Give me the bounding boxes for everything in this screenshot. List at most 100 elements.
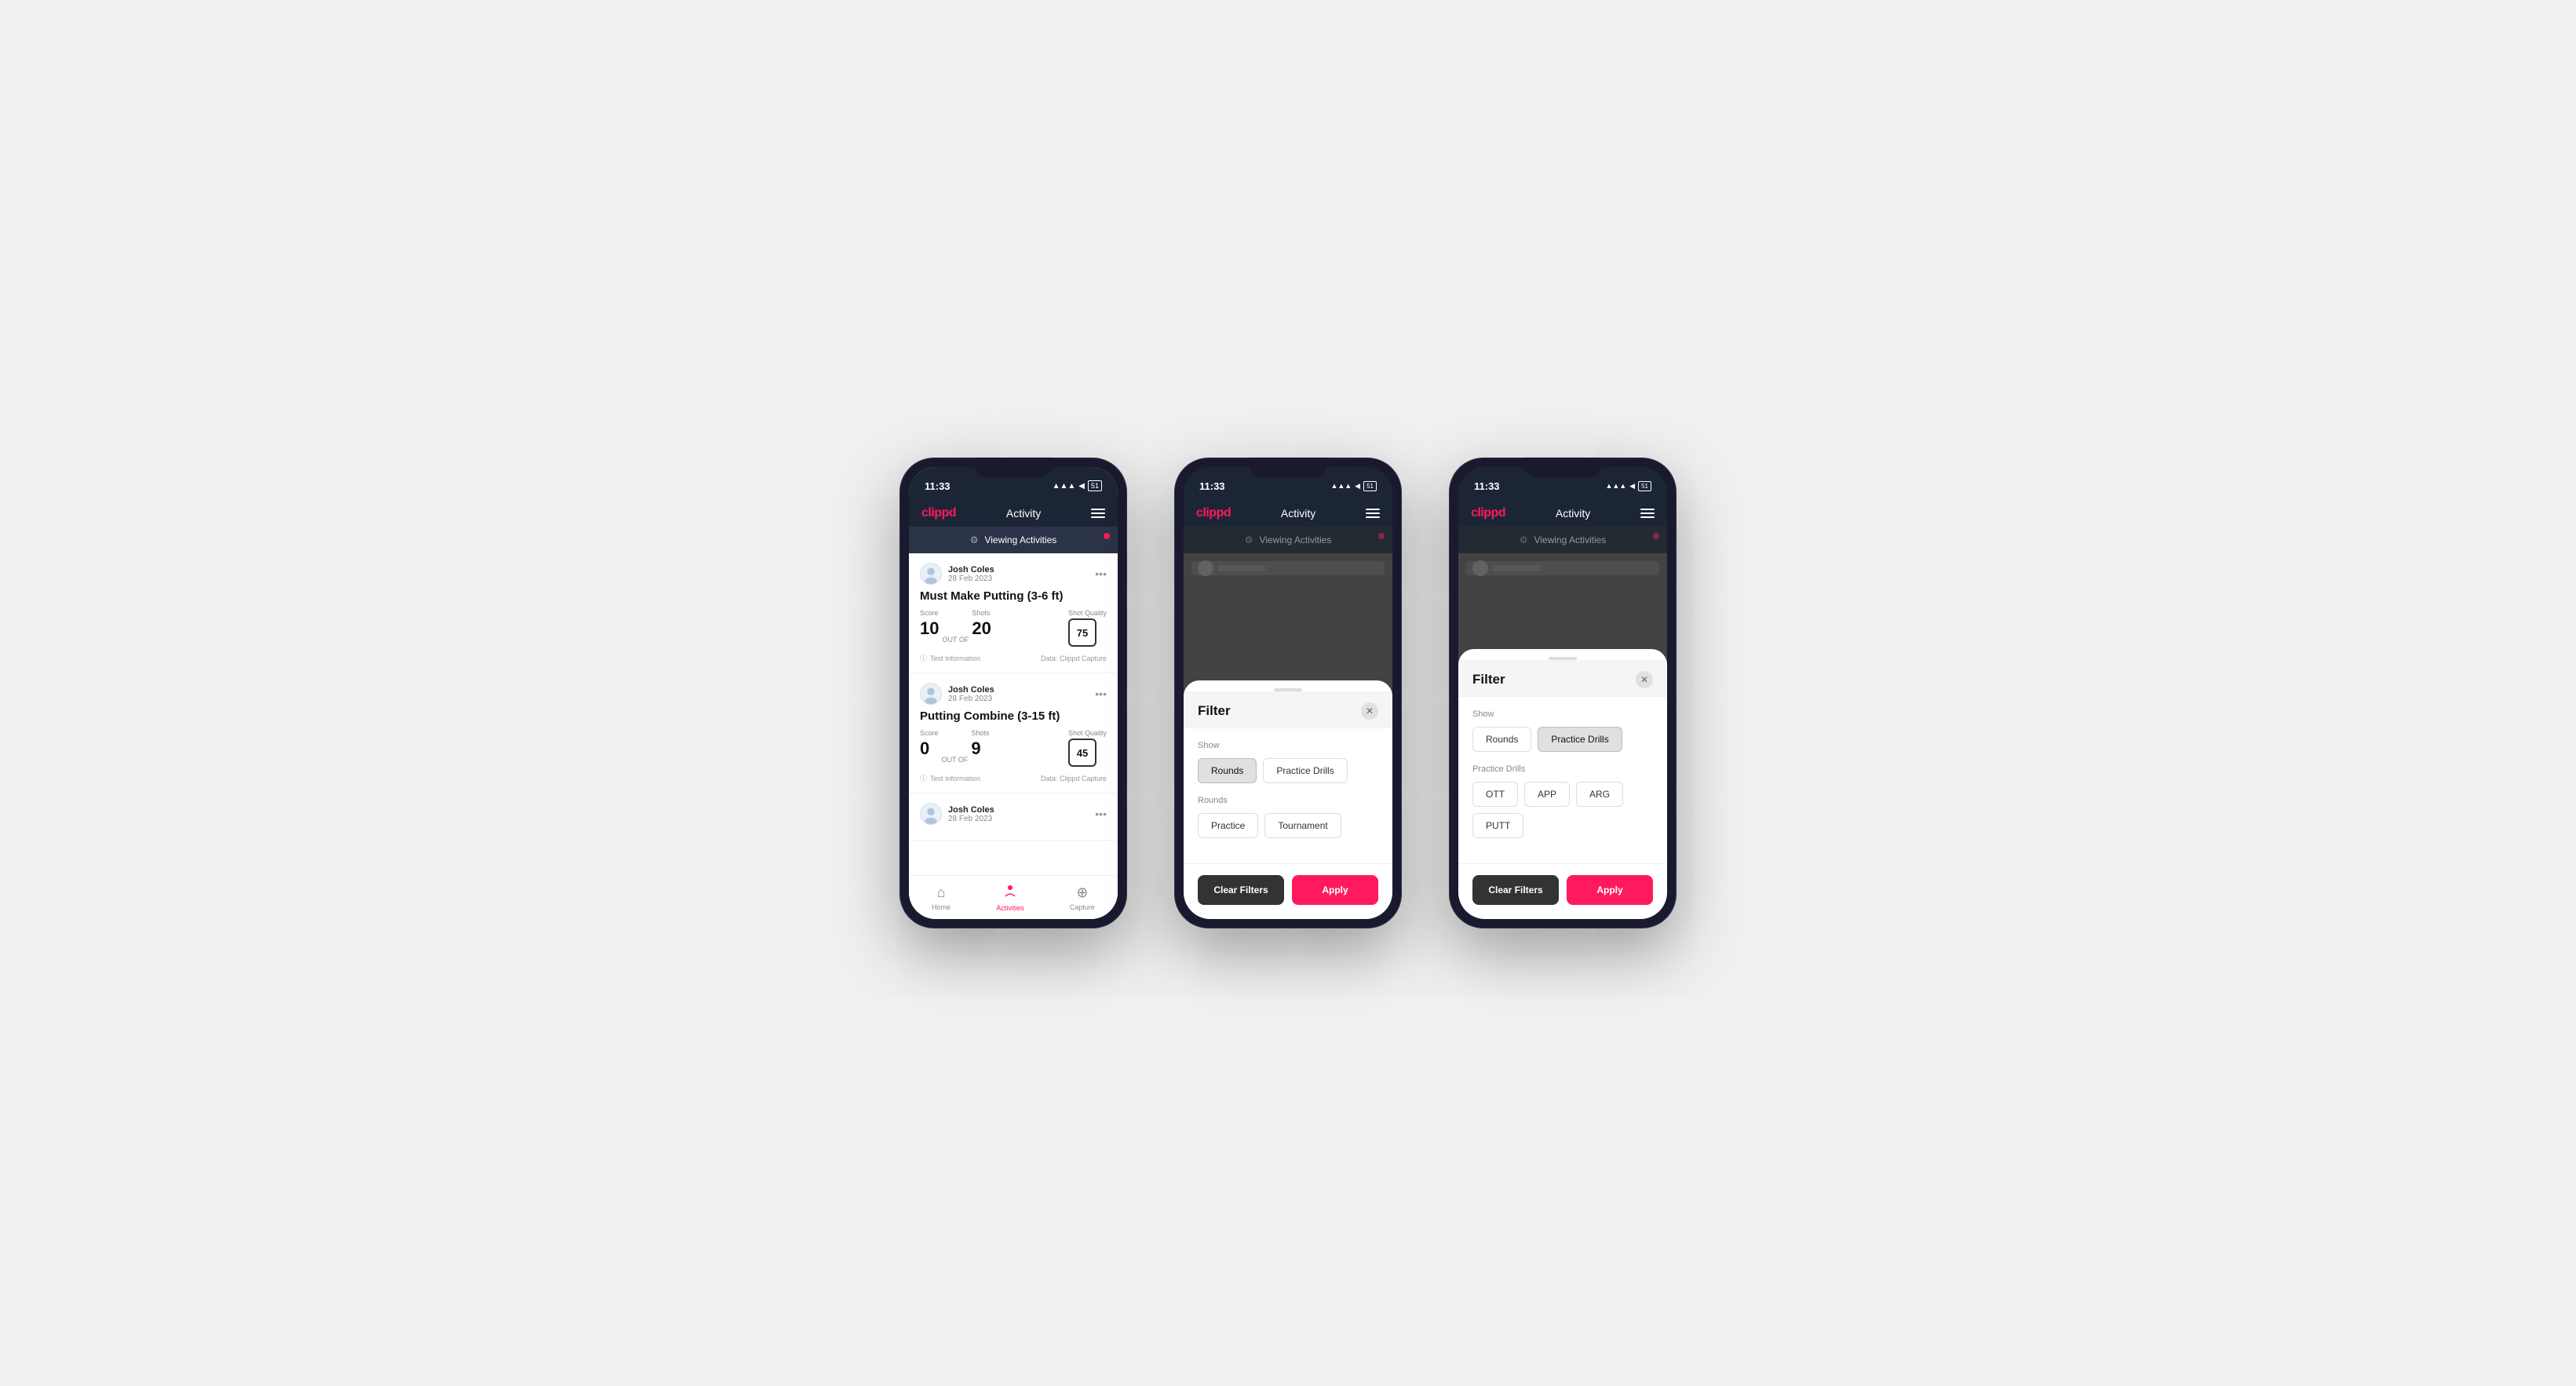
phone-2-inner: 11:33 ▲▲▲ ◀ 51 clippd Activity ⚙ Viewing… bbox=[1184, 467, 1392, 919]
status-icons-1: ▲▲▲ ◀ 51 bbox=[1053, 480, 1102, 491]
nav-bar-3: clippd Activity bbox=[1458, 500, 1667, 527]
rounds-chips-2: Practice Tournament bbox=[1198, 813, 1378, 838]
clear-filters-button-3[interactable]: Clear Filters bbox=[1472, 875, 1559, 905]
menu-icon-1[interactable] bbox=[1091, 509, 1105, 518]
status-time-2: 11:33 bbox=[1199, 480, 1225, 492]
app-logo-3: clippd bbox=[1471, 506, 1505, 520]
shot-quality-stat-2: Shot Quality 45 bbox=[1068, 729, 1107, 767]
filter-close-3[interactable]: ✕ bbox=[1636, 671, 1653, 688]
info-icon-1: ⓘ bbox=[920, 653, 927, 663]
user-date-3: 28 Feb 2023 bbox=[948, 815, 994, 823]
nav-title-3: Activity bbox=[1556, 507, 1590, 520]
phone-1-inner: 11:33 ▲▲▲ ◀ 51 clippd Activity ⚙ Viewing… bbox=[909, 467, 1118, 919]
status-time-1: 11:33 bbox=[925, 480, 950, 492]
practice-chip-2[interactable]: Practice bbox=[1198, 813, 1258, 838]
clear-filters-button-2[interactable]: Clear Filters bbox=[1198, 875, 1284, 905]
ott-chip-3[interactable]: OTT bbox=[1472, 782, 1518, 807]
shots-value-2: 9 bbox=[971, 739, 980, 758]
notch-1 bbox=[974, 458, 1053, 478]
status-icons-3: ▲▲▲ ◀ 51 bbox=[1605, 481, 1651, 491]
phone-1: 11:33 ▲▲▲ ◀ 51 clippd Activity ⚙ Viewing… bbox=[899, 458, 1127, 928]
filter-active-dot-3 bbox=[1653, 533, 1659, 539]
filter-footer-2: Clear Filters Apply bbox=[1184, 863, 1392, 919]
filter-title-2: Filter bbox=[1198, 703, 1231, 719]
shots-label-2: Shots bbox=[971, 729, 989, 737]
capture-label-1: Capture bbox=[1070, 903, 1095, 911]
home-icon-1: ⌂ bbox=[937, 884, 946, 901]
card-header-2: Josh Coles 28 Feb 2023 ••• bbox=[920, 683, 1107, 705]
quality-badge-1: 75 bbox=[1068, 618, 1096, 647]
score-stat-1: Score 10 bbox=[920, 609, 939, 639]
viewing-activities-label-2: Viewing Activities bbox=[1259, 534, 1331, 545]
data-source-2: Data: Clippd Capture bbox=[1041, 775, 1107, 782]
viewing-bar-1[interactable]: ⚙ Viewing Activities bbox=[909, 527, 1118, 553]
activity-card-1: Josh Coles 28 Feb 2023 ••• Must Make Put… bbox=[909, 553, 1118, 673]
quality-badge-2: 45 bbox=[1068, 739, 1096, 767]
battery-icon-3: 51 bbox=[1638, 481, 1651, 491]
content-1: Josh Coles 28 Feb 2023 ••• Must Make Put… bbox=[909, 553, 1118, 875]
apply-button-2[interactable]: Apply bbox=[1292, 875, 1378, 905]
filter-icon-2: ⚙ bbox=[1245, 534, 1253, 545]
arg-chip-3[interactable]: ARG bbox=[1576, 782, 1623, 807]
practice-drills-chips-3: OTT APP ARG PUTT bbox=[1472, 782, 1653, 838]
show-label-3: Show bbox=[1472, 709, 1653, 719]
score-value-1: 10 bbox=[920, 618, 939, 638]
filter-sheet-3: Filter ✕ Show Rounds Practice Drills Pra… bbox=[1458, 649, 1667, 919]
menu-icon-2[interactable] bbox=[1366, 509, 1380, 518]
shot-quality-stat-1: Shot Quality 75 bbox=[1068, 609, 1107, 647]
status-icons-2: ▲▲▲ ◀ 51 bbox=[1330, 481, 1377, 491]
nav-capture-1[interactable]: ⊕ Capture bbox=[1070, 884, 1095, 911]
wifi-icon-2: ◀ bbox=[1355, 482, 1360, 491]
nav-bar-1: clippd Activity bbox=[909, 500, 1118, 527]
menu-icon-3[interactable] bbox=[1640, 509, 1655, 518]
out-of-1: OUT OF bbox=[942, 636, 969, 647]
user-name-3: Josh Coles bbox=[948, 805, 994, 815]
home-label-1: Home bbox=[932, 903, 950, 911]
practice-drills-chip-2[interactable]: Practice Drills bbox=[1263, 758, 1347, 783]
avatar-3 bbox=[920, 803, 942, 825]
shots-stat-2: Shots 9 bbox=[971, 729, 989, 759]
show-label-2: Show bbox=[1198, 741, 1378, 750]
more-options-1[interactable]: ••• bbox=[1095, 567, 1107, 580]
user-details-1: Josh Coles 28 Feb 2023 bbox=[948, 565, 994, 583]
wifi-icon-3: ◀ bbox=[1629, 482, 1635, 491]
filter-title-3: Filter bbox=[1472, 672, 1505, 688]
notch-2 bbox=[1249, 458, 1327, 478]
signal-icon-3: ▲▲▲ bbox=[1605, 482, 1626, 490]
shots-label-1: Shots bbox=[972, 609, 991, 617]
activities-icon-1 bbox=[1003, 884, 1017, 902]
activity-title-1: Must Make Putting (3-6 ft) bbox=[920, 589, 1107, 603]
stats-row-2: Score 0 OUT OF Shots 9 Shot Quality 45 bbox=[920, 729, 1107, 767]
user-info-3: Josh Coles 28 Feb 2023 bbox=[920, 803, 994, 825]
putt-chip-3[interactable]: PUTT bbox=[1472, 813, 1523, 838]
score-label-2: Score bbox=[920, 729, 939, 737]
show-chips-3: Rounds Practice Drills bbox=[1472, 727, 1653, 752]
bottom-nav-1: ⌂ Home Activities ⊕ Capture bbox=[909, 875, 1118, 919]
nav-activities-1[interactable]: Activities bbox=[996, 884, 1024, 912]
nav-home-1[interactable]: ⌂ Home bbox=[932, 884, 950, 911]
capture-icon-1: ⊕ bbox=[1076, 884, 1088, 901]
phone-2: 11:33 ▲▲▲ ◀ 51 clippd Activity ⚙ Viewing… bbox=[1174, 458, 1402, 928]
practice-drills-chip-3[interactable]: Practice Drills bbox=[1538, 727, 1622, 752]
more-options-3[interactable]: ••• bbox=[1095, 808, 1107, 820]
viewing-bar-2: ⚙ Viewing Activities bbox=[1184, 527, 1392, 553]
rounds-chip-3[interactable]: Rounds bbox=[1472, 727, 1531, 752]
test-info-1: ⓘ Test Information bbox=[920, 653, 980, 663]
nav-title-1: Activity bbox=[1006, 507, 1041, 520]
filter-header-2: Filter ✕ bbox=[1184, 691, 1392, 728]
filter-icon-1: ⚙ bbox=[970, 534, 979, 545]
more-options-2[interactable]: ••• bbox=[1095, 688, 1107, 700]
filter-icon-3: ⚙ bbox=[1520, 534, 1528, 545]
activity-card-3: Josh Coles 28 Feb 2023 ••• bbox=[909, 793, 1118, 841]
apply-button-3[interactable]: Apply bbox=[1567, 875, 1653, 905]
battery-icon-2: 51 bbox=[1363, 481, 1377, 491]
tournament-chip-2[interactable]: Tournament bbox=[1264, 813, 1341, 838]
activities-label-1: Activities bbox=[996, 904, 1024, 912]
out-of-2: OUT OF bbox=[942, 756, 969, 767]
user-details-3: Josh Coles 28 Feb 2023 bbox=[948, 805, 994, 823]
show-chips-2: Rounds Practice Drills bbox=[1198, 758, 1378, 783]
app-chip-3[interactable]: APP bbox=[1524, 782, 1570, 807]
app-logo-1: clippd bbox=[921, 506, 956, 520]
filter-close-2[interactable]: ✕ bbox=[1361, 702, 1378, 720]
rounds-chip-2[interactable]: Rounds bbox=[1198, 758, 1257, 783]
